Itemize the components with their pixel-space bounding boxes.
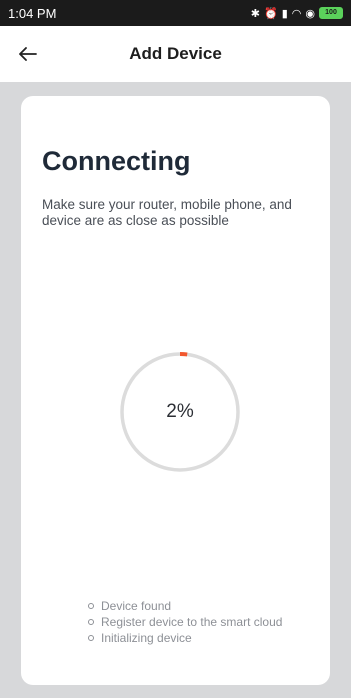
data-saver-icon: ◉ bbox=[305, 7, 315, 20]
status-icons: ✱ ⏰ ▮ ◠ ◉ 100 bbox=[251, 7, 343, 20]
wifi-icon: ◠ bbox=[291, 7, 302, 20]
status-bar: 1:04 PM ✱ ⏰ ▮ ◠ ◉ 100 bbox=[0, 0, 351, 26]
back-button[interactable] bbox=[14, 40, 42, 68]
bullet-icon bbox=[88, 603, 94, 609]
status-time: 1:04 PM bbox=[8, 5, 57, 21]
signal-icon: ▮ bbox=[281, 7, 288, 20]
step-item: Register device to the smart cloud bbox=[88, 614, 282, 630]
progress-percent: 2% bbox=[166, 401, 194, 422]
step-item: Device found bbox=[88, 598, 282, 614]
bluetooth-icon: ✱ bbox=[250, 7, 261, 20]
step-label: Register device to the smart cloud bbox=[101, 615, 283, 629]
progress-ring: 2% bbox=[118, 350, 242, 474]
step-label: Initializing device bbox=[101, 631, 192, 645]
connecting-heading: Connecting bbox=[42, 146, 191, 176]
alarm-icon: ⏰ bbox=[264, 7, 278, 20]
arrow-left-icon bbox=[19, 47, 37, 61]
connection-steps: Device found Register device to the smar… bbox=[88, 598, 282, 646]
app-header: Add Device bbox=[0, 26, 351, 82]
battery-icon: 100 bbox=[319, 7, 343, 19]
page-title: Add Device bbox=[129, 44, 222, 63]
step-item: Initializing device bbox=[88, 630, 282, 646]
step-label: Device found bbox=[101, 599, 172, 613]
bullet-icon bbox=[88, 635, 94, 641]
bullet-icon bbox=[88, 619, 94, 625]
connecting-card: Connecting Make sure your router, mobile… bbox=[21, 96, 330, 685]
proximity-instructions: Make sure your router, mobile phone, and… bbox=[42, 197, 292, 228]
